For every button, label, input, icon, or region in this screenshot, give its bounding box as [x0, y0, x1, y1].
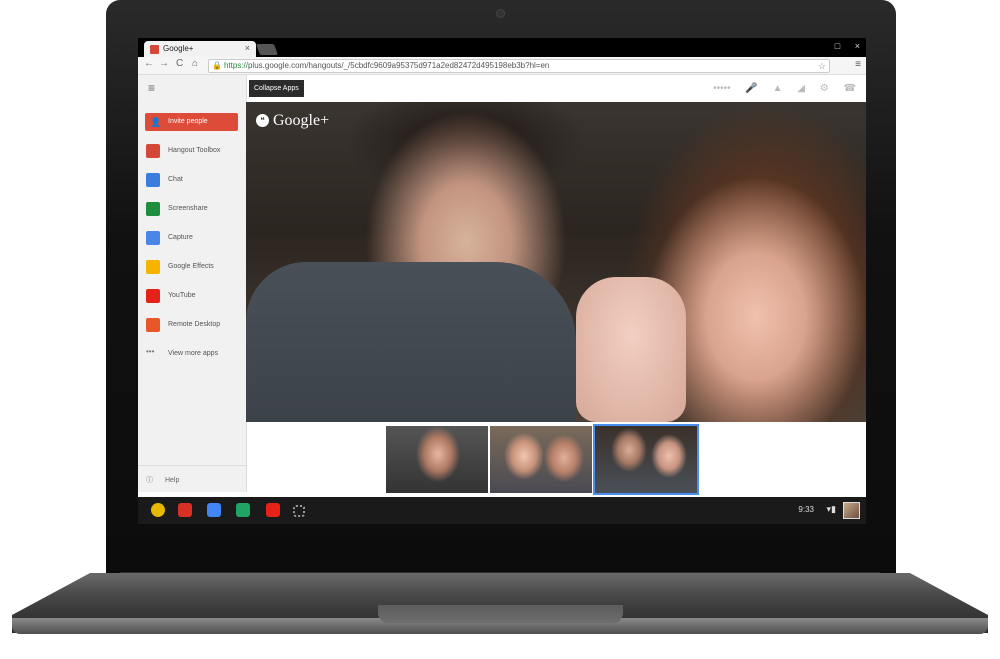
address-bar[interactable]: 🔒 https://plus.google.com/hangouts/_/5cbd…: [208, 59, 830, 73]
window-controls: □ ×: [823, 41, 860, 51]
hangout-toolbox-icon: [146, 144, 160, 158]
video-person-shirt: [246, 262, 576, 422]
tab-title: Google+: [163, 44, 194, 53]
google-effects-icon: [146, 260, 160, 274]
chrome-shelf-icon[interactable]: [151, 503, 165, 517]
sidebar-app-label: Remote Desktop: [168, 321, 221, 328]
google-plus-watermark: ❝ Google+: [256, 112, 329, 130]
browser-tab[interactable]: Google+ ×: [144, 41, 256, 57]
user-avatar[interactable]: [843, 502, 860, 519]
participant-thumbnail-selected[interactable]: [593, 424, 699, 495]
wifi-battery-icon[interactable]: ▾▮: [827, 504, 836, 515]
maximize-icon[interactable]: □: [835, 41, 840, 51]
sidebar-app-label: Screenshare: [168, 205, 208, 212]
remote-desktop-icon: [146, 318, 160, 332]
bandwidth-icon[interactable]: ◢: [797, 83, 805, 94]
screenshare-icon: [146, 202, 160, 216]
url-text: plus.google.com/hangouts/_/5cbdfc9609a95…: [247, 61, 550, 70]
sidebar-app-label: Hangout Toolbox: [168, 147, 221, 154]
close-window-icon[interactable]: ×: [855, 41, 860, 51]
invite-people-button[interactable]: 👤 Invite people: [145, 113, 238, 131]
hang-up-icon[interactable]: ☎: [844, 83, 856, 94]
google-plus-favicon-icon: [150, 45, 159, 54]
mute-mic-icon[interactable]: 🎤: [745, 83, 757, 94]
participant-thumbnail[interactable]: [386, 426, 488, 493]
screen: Google+ × □ × ← → C ⌂ 🔒 https://plus.goog…: [138, 38, 866, 524]
hangout-controls: ••••• 🎤 ▲ ◢ ⚙ ☎: [701, 83, 856, 94]
url-scheme: https://: [223, 61, 248, 70]
main-video-feed: ❝ Google+: [246, 102, 866, 422]
laptop-lid-notch: [378, 605, 623, 623]
sidebar-app-label: Google Effects: [168, 263, 214, 270]
gmail-shelf-icon[interactable]: [178, 503, 192, 517]
close-tab-icon[interactable]: ×: [245, 43, 250, 53]
home-icon[interactable]: ⌂: [192, 58, 198, 69]
bookmark-star-icon[interactable]: ☆: [818, 60, 826, 72]
youtube-shelf-icon[interactable]: [266, 503, 280, 517]
drive-shelf-icon[interactable]: [236, 503, 250, 517]
back-icon[interactable]: ←: [144, 58, 154, 69]
apps-sidebar: ≡ 👤 Invite people Hangout Toolbox Chat Scr…: [138, 75, 247, 492]
reload-icon[interactable]: C: [176, 58, 183, 69]
clock[interactable]: 9:33: [798, 505, 814, 514]
collapse-apps-tooltip: Collapse Apps: [249, 80, 304, 97]
video-hand-with-ring: [576, 277, 686, 422]
sidebar-app-label: Chat: [168, 176, 183, 183]
divider: [138, 465, 246, 466]
sidebar-app-label: View more apps: [168, 350, 219, 357]
add-person-icon: 👤: [150, 117, 162, 127]
more-apps-icon: •••: [146, 347, 155, 356]
lock-icon: 🔒: [212, 61, 222, 70]
capture-icon: [146, 231, 160, 245]
google-search-shelf-icon[interactable]: [207, 503, 221, 517]
sidebar-app-label: Capture: [168, 234, 193, 241]
dots-icon[interactable]: •••••: [713, 83, 731, 94]
new-tab-button[interactable]: [255, 44, 279, 55]
youtube-icon: [146, 289, 160, 303]
camera-off-icon[interactable]: ▲: [773, 83, 783, 94]
settings-gear-icon[interactable]: ⚙: [820, 83, 829, 94]
forward-icon[interactable]: →: [159, 58, 169, 69]
help-link[interactable]: ⓘ Help: [146, 475, 179, 485]
browser-toolbar: ← → C ⌂ 🔒 https://plus.google.com/hangout…: [138, 57, 866, 75]
chrome-menu-icon[interactable]: ≡: [855, 59, 861, 70]
webcam: [497, 10, 504, 17]
tab-strip: Google+ × □ ×: [138, 38, 866, 57]
chromeos-shelf: 9:33 ▾▮: [138, 497, 866, 524]
sidebar-app-label: YouTube: [168, 292, 196, 299]
participant-thumbnail[interactable]: [490, 426, 592, 493]
app-launcher-shelf-icon[interactable]: [293, 505, 305, 517]
chat-icon: [146, 173, 160, 187]
help-icon: ⓘ: [146, 477, 153, 484]
collapse-apps-icon[interactable]: ≡: [148, 81, 155, 95]
hangouts-logo-icon: ❝: [256, 114, 269, 127]
